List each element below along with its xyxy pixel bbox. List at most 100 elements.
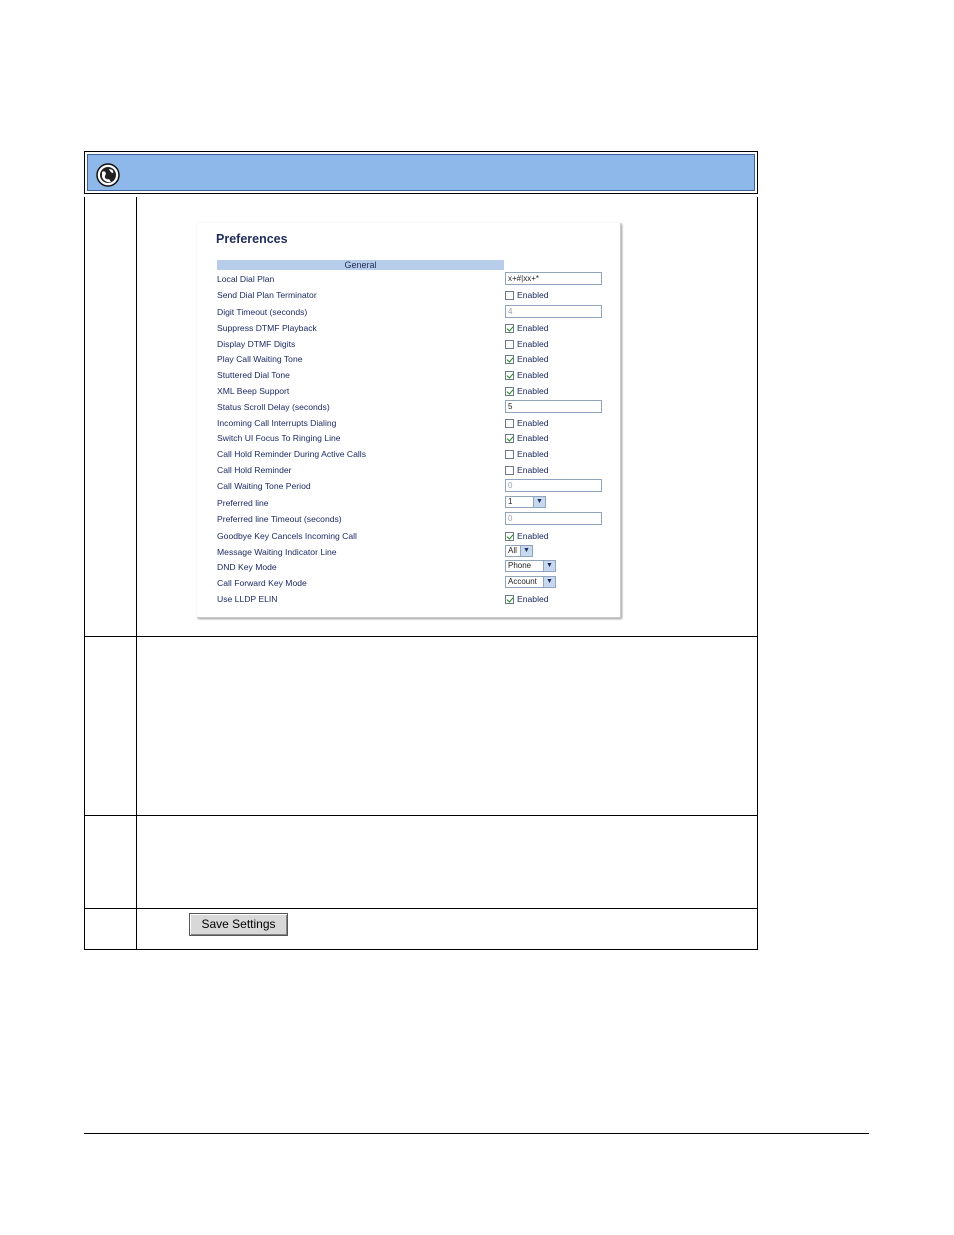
chevron-down-icon[interactable]: ▼	[520, 546, 532, 556]
checkbox-label: Enabled	[517, 465, 549, 475]
enabled-checkbox[interactable]	[505, 354, 514, 364]
setting-control: Enabled	[505, 368, 549, 382]
checkbox-label: Enabled	[517, 594, 549, 604]
enabled-checkbox[interactable]	[505, 386, 514, 396]
step-number-cell	[85, 197, 137, 636]
enabled-checkbox[interactable]	[505, 465, 514, 475]
enabled-checkbox-group: Enabled	[505, 384, 549, 398]
setting-label: Use LLDP ELIN	[217, 594, 278, 604]
setting-label: DND Key Mode	[217, 562, 277, 572]
chevron-down-icon[interactable]: ▼	[533, 497, 545, 507]
setting-row: Incoming Call Interrupts Dialing Enabled	[217, 418, 617, 432]
setting-select[interactable]: All ▼	[505, 545, 533, 557]
setting-label: Display DTMF Digits	[217, 339, 296, 349]
checkbox-label: Enabled	[517, 531, 549, 541]
enabled-checkbox-group: Enabled	[505, 368, 549, 382]
header-band	[87, 154, 755, 191]
setting-control: Phone ▼	[505, 560, 556, 572]
setting-row: Digit Timeout (seconds) 4	[217, 305, 617, 321]
setting-label: Call Waiting Tone Period	[217, 481, 311, 491]
setting-row: Goodbye Key Cancels Incoming Call Enabled	[217, 531, 617, 545]
setting-label: Switch UI Focus To Ringing Line	[217, 433, 341, 443]
save-settings-button[interactable]: Save Settings	[189, 913, 288, 936]
enabled-checkbox-group: Enabled	[505, 463, 549, 477]
setting-control: All ▼	[505, 545, 533, 557]
checkbox-label: Enabled	[517, 433, 549, 443]
setting-control: Enabled	[505, 352, 549, 366]
checkbox-label: Enabled	[517, 370, 549, 380]
setting-text-input[interactable]: 0	[505, 512, 602, 525]
setting-control: 1 ▼	[505, 496, 546, 508]
enabled-checkbox-group: Enabled	[505, 288, 549, 302]
setting-label: Preferred line	[217, 498, 269, 508]
enabled-checkbox-group: Enabled	[505, 529, 549, 543]
setting-row: Suppress DTMF Playback Enabled	[217, 323, 617, 337]
setting-label: Stuttered Dial Tone	[217, 370, 290, 380]
enabled-checkbox-group: Enabled	[505, 431, 549, 445]
enabled-checkbox-group: Enabled	[505, 592, 549, 606]
setting-row: Switch UI Focus To Ringing Line Enabled	[217, 433, 617, 447]
enabled-checkbox[interactable]	[505, 290, 514, 300]
setting-row: Preferred line Timeout (seconds) 0	[217, 512, 617, 528]
setting-control: Enabled	[505, 337, 549, 351]
setting-control: Enabled	[505, 384, 549, 398]
select-value: Phone	[508, 561, 532, 570]
select-value: Account	[508, 577, 537, 586]
checkbox-label: Enabled	[517, 386, 549, 396]
enabled-checkbox[interactable]	[505, 531, 514, 541]
setting-row: XML Beep Support Enabled	[217, 386, 617, 400]
checkbox-label: Enabled	[517, 418, 549, 428]
globe-icon	[96, 163, 120, 187]
setting-row: Use LLDP ELIN Enabled	[217, 594, 617, 608]
setting-control: Enabled	[505, 463, 549, 477]
setting-label: Call Hold Reminder	[217, 465, 292, 475]
setting-select[interactable]: Phone ▼	[505, 560, 556, 572]
setting-row: DND Key Mode Phone ▼	[217, 560, 617, 576]
setting-select[interactable]: Account ▼	[505, 576, 556, 588]
step-number-cell	[85, 909, 137, 949]
setting-select[interactable]: 1 ▼	[505, 496, 546, 508]
setting-text-input[interactable]: 4	[505, 305, 602, 318]
setting-control: Enabled	[505, 288, 549, 302]
chevron-down-icon[interactable]: ▼	[543, 561, 555, 571]
setting-row: Send Dial Plan Terminator Enabled	[217, 290, 617, 304]
setting-row: Call Hold Reminder During Active Calls En…	[217, 449, 617, 463]
preferences-panel: Preferences General Local Dial Plan x+#|x…	[197, 223, 621, 618]
setting-label: Message Waiting Indicator Line	[217, 547, 337, 557]
setting-control: 5	[505, 400, 602, 413]
select-value: All	[508, 546, 517, 555]
enabled-checkbox[interactable]	[505, 370, 514, 380]
setting-text-input[interactable]: 5	[505, 400, 602, 413]
checkbox-label: Enabled	[517, 290, 549, 300]
setting-label: Call Forward Key Mode	[217, 578, 307, 588]
enabled-checkbox[interactable]	[505, 594, 514, 604]
checkbox-label: Enabled	[517, 449, 549, 459]
enabled-checkbox[interactable]	[505, 449, 514, 459]
setting-row: Status Scroll Delay (seconds) 5	[217, 400, 617, 416]
enabled-checkbox[interactable]	[505, 323, 514, 333]
setting-control: 4	[505, 305, 602, 318]
enabled-checkbox[interactable]	[505, 339, 514, 349]
setting-control: Enabled	[505, 431, 549, 445]
page-title: Preferences	[216, 232, 288, 246]
enabled-checkbox-group: Enabled	[505, 416, 549, 430]
setting-control: Enabled	[505, 447, 549, 461]
enabled-checkbox-group: Enabled	[505, 352, 549, 366]
checkbox-label: Enabled	[517, 323, 549, 333]
setting-row: Preferred line 1 ▼	[217, 496, 617, 512]
setting-label: Status Scroll Delay (seconds)	[217, 402, 330, 412]
setting-text-input[interactable]: x+#|xx+*	[505, 272, 602, 285]
setting-row: Local Dial Plan x+#|xx+*	[217, 272, 617, 288]
checkbox-label: Enabled	[517, 339, 549, 349]
setting-control: Enabled	[505, 592, 549, 606]
section-header-general: General	[217, 260, 504, 270]
enabled-checkbox[interactable]	[505, 418, 514, 428]
setting-row: Message Waiting Indicator Line All ▼	[217, 545, 617, 561]
chevron-down-icon[interactable]: ▼	[543, 577, 555, 587]
footer-divider	[84, 1133, 869, 1134]
enabled-checkbox[interactable]	[505, 433, 514, 443]
setting-text-input[interactable]: 0	[505, 479, 602, 492]
setting-row: Display DTMF Digits Enabled	[217, 339, 617, 353]
table-row	[84, 637, 758, 816]
setting-row: Stuttered Dial Tone Enabled	[217, 370, 617, 384]
